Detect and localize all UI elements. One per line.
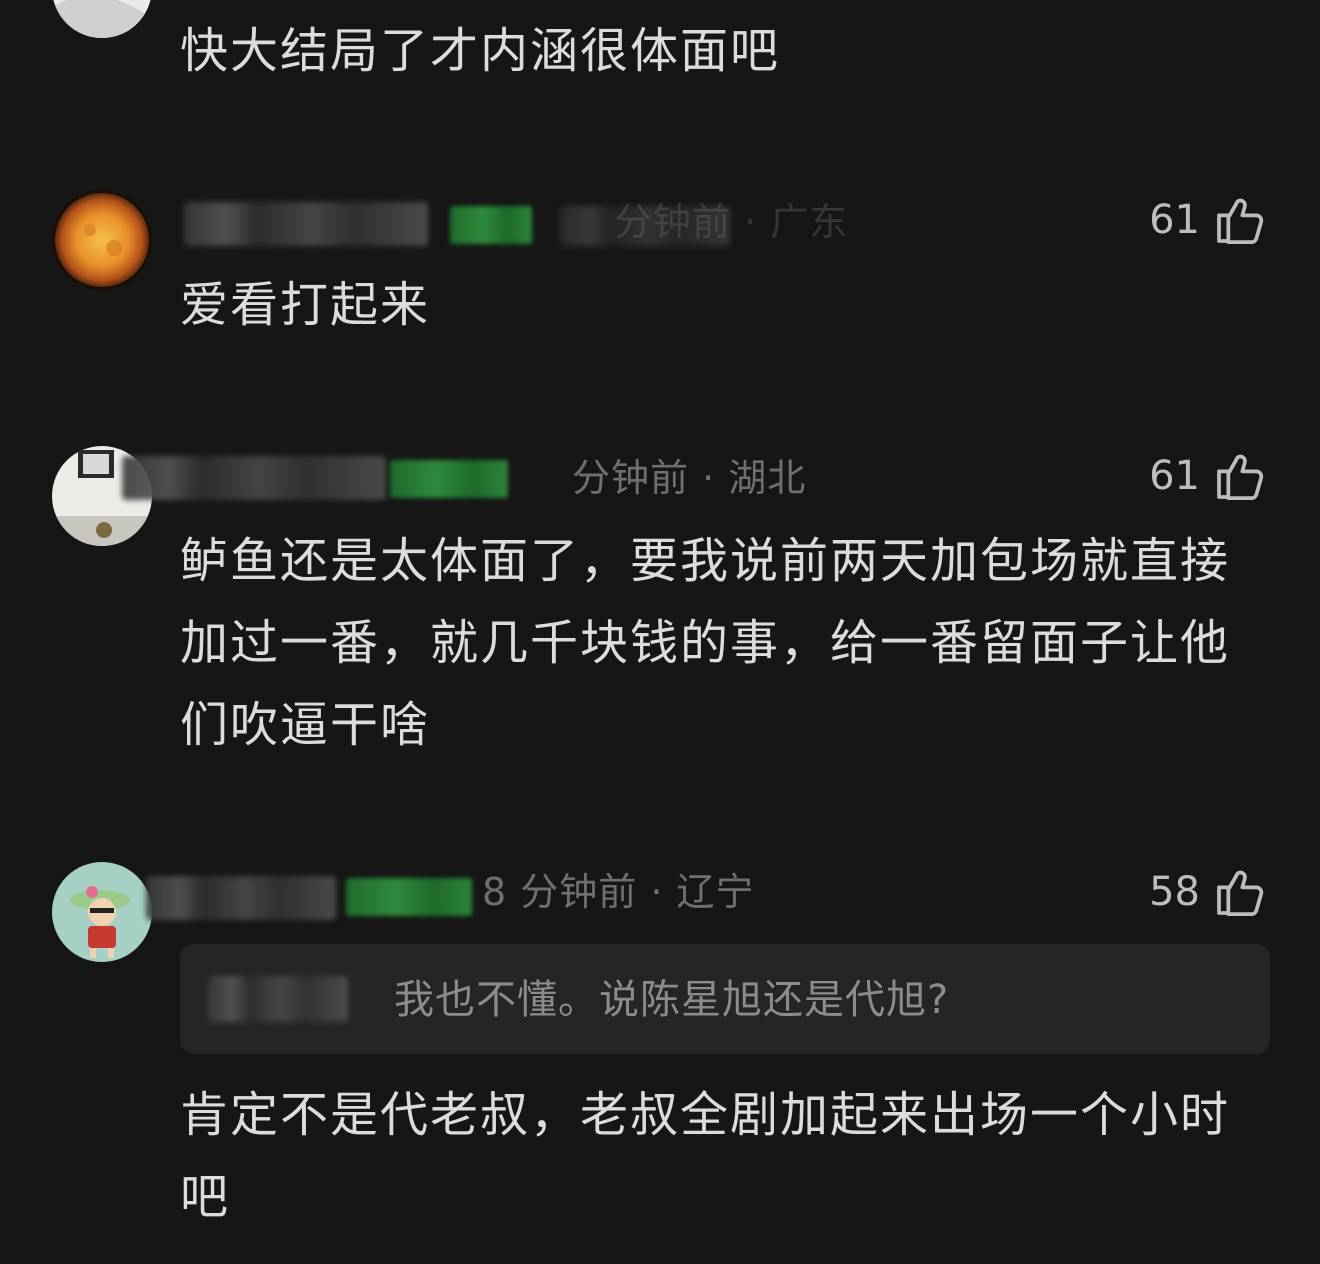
username-blurred[interactable]	[146, 876, 336, 920]
username-blurred[interactable]	[122, 456, 386, 500]
avatar[interactable]	[52, 862, 152, 962]
like-button[interactable]: 61	[1149, 446, 1268, 506]
quoted-username-blurred	[208, 976, 348, 1022]
comment-meta: 分钟前 · 广东	[614, 200, 849, 244]
avatar[interactable]	[52, 0, 152, 38]
thumbs-up-icon[interactable]	[1212, 448, 1268, 504]
quoted-reply[interactable]: 我也不懂。说陈星旭还是代旭?	[180, 944, 1270, 1054]
thumbs-up-icon[interactable]	[1212, 864, 1268, 920]
like-button[interactable]: 58	[1149, 862, 1268, 922]
like-count: 61	[1149, 453, 1200, 499]
comment-text: 鲈鱼还是太体面了，要我说前两天加包场就直接加过一番，就几千块钱的事，给一番留面子…	[180, 533, 1231, 753]
thumbs-up-icon[interactable]	[1212, 192, 1268, 248]
comment-text: 肯定不是代老叔，老叔全剧加起来出场一个小时吧	[180, 1087, 1231, 1225]
username-blurred[interactable]	[184, 202, 428, 246]
comment-text: 爱看打起来	[180, 277, 431, 333]
comment-text: 快大结局了才内涵很体面吧	[180, 23, 781, 79]
badge-blurred	[390, 460, 508, 498]
like-button[interactable]: 61	[1149, 190, 1268, 250]
avatar[interactable]	[52, 190, 152, 290]
comment-meta: 分钟前 · 湖北	[572, 456, 807, 500]
like-count: 61	[1149, 197, 1200, 243]
badge-blurred	[450, 206, 532, 244]
like-count: 58	[1149, 869, 1200, 915]
quoted-text: 我也不懂。说陈星旭还是代旭?	[394, 977, 950, 1023]
comment-meta: 8 分钟前 · 辽宁	[482, 870, 755, 914]
comment-list: 快大结局了才内涵很体面吧 分钟前 · 广东 61 爱看打起来 分钟前 · 湖北 …	[0, 0, 1320, 1264]
badge-blurred	[346, 878, 472, 916]
